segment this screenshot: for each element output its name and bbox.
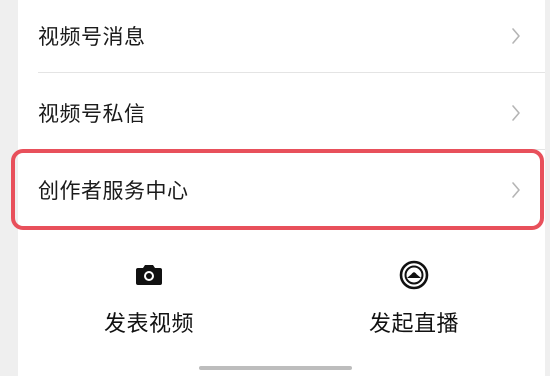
menu-item-label: 创作者服务中心 [38,179,189,203]
chevron-right-icon [512,28,520,44]
start-live-label: 发起直播 [368,312,459,337]
divider [38,149,545,150]
chevron-right-icon [512,182,520,198]
menu-item-channel-private-messages[interactable]: 视频号私信 [18,77,545,149]
menu-item-creator-service-center[interactable]: 创作者服务中心 [18,154,545,226]
camera-icon [136,265,162,285]
post-video-label: 发表视频 [103,312,194,337]
post-video-button[interactable]: 发表视频 [49,258,249,354]
menu-item-label: 视频号消息 [38,25,146,49]
menu-item-label: 视频号私信 [38,102,146,126]
divider [38,72,545,73]
chevron-right-icon [512,105,520,121]
live-broadcast-icon [399,260,429,290]
menu-item-channel-messages[interactable]: 视频号消息 [18,0,545,72]
home-indicator [199,366,352,370]
menu-panel: 视频号消息 视频号私信 创作者服务中心 发表视频 发起直播 [18,0,545,376]
start-live-button[interactable]: 发起直播 [314,258,514,354]
